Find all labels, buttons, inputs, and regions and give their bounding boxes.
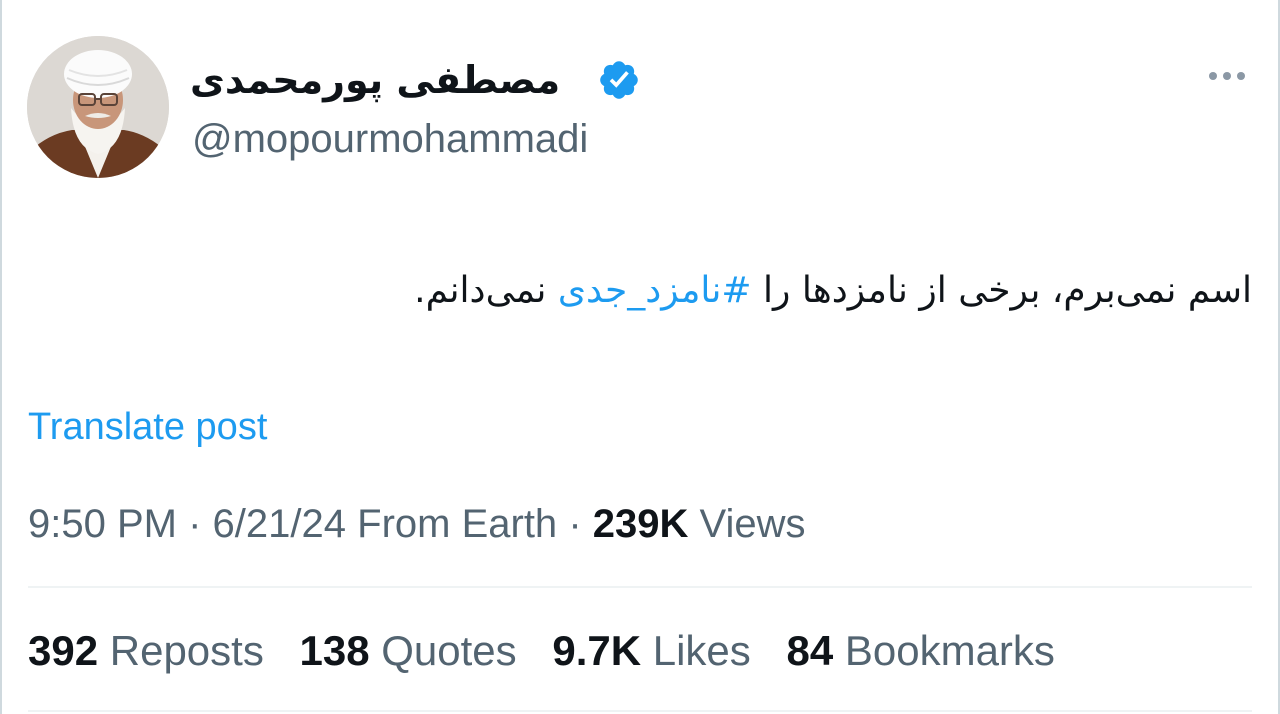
post-text-after: نمی‌دانم. — [414, 270, 558, 311]
stat-label: Bookmarks — [844, 627, 1055, 674]
stat-label: Quotes — [381, 627, 517, 674]
stat-label: Likes — [652, 627, 751, 674]
more-options-icon[interactable] — [1204, 63, 1250, 89]
stat-count: 392 — [28, 627, 99, 674]
likes-stat[interactable]: 9.7K Likes — [552, 624, 750, 678]
stat-count: 9.7K — [552, 627, 642, 674]
bookmarks-stat[interactable]: 84 Bookmarks — [786, 624, 1054, 678]
post-source: From Earth — [357, 502, 558, 546]
divider — [28, 586, 1252, 588]
divider — [28, 710, 1252, 712]
views-label: Views — [699, 502, 806, 546]
stat-count: 84 — [786, 627, 834, 674]
stat-label: Reposts — [109, 627, 264, 674]
post-date[interactable]: 6/21/24 — [213, 502, 346, 546]
verified-badge-icon — [600, 61, 638, 99]
engagement-stats: 392 Reposts 138 Quotes 9.7K Likes 84 Boo… — [28, 624, 1079, 678]
stat-count: 138 — [299, 627, 370, 674]
user-handle[interactable]: @mopourmohammadi — [192, 114, 588, 164]
translate-post-link[interactable]: Translate post — [28, 402, 267, 452]
meta-separator: · — [188, 502, 202, 546]
avatar-image — [27, 36, 169, 178]
avatar[interactable] — [27, 36, 169, 178]
frame-left-border — [0, 0, 2, 714]
reposts-stat[interactable]: 392 Reposts — [28, 624, 264, 678]
hashtag-link[interactable]: #نامزد_جدی — [558, 270, 752, 311]
post-text: اسم نمی‌برم، برخی از نامزدها را #نامزد_ج… — [52, 262, 1252, 320]
views-count: 239K — [592, 502, 689, 546]
post-time[interactable]: 9:50 PM — [28, 502, 177, 546]
post-metadata: 9:50 PM · 6/21/24 From Earth · 239K View… — [28, 498, 806, 550]
meta-separator: · — [568, 502, 582, 546]
post-text-before: اسم نمی‌برم، برخی از نامزدها را — [751, 270, 1252, 311]
quotes-stat[interactable]: 138 Quotes — [300, 624, 517, 678]
display-name[interactable]: مصطفی پورمحمدی — [190, 52, 585, 108]
